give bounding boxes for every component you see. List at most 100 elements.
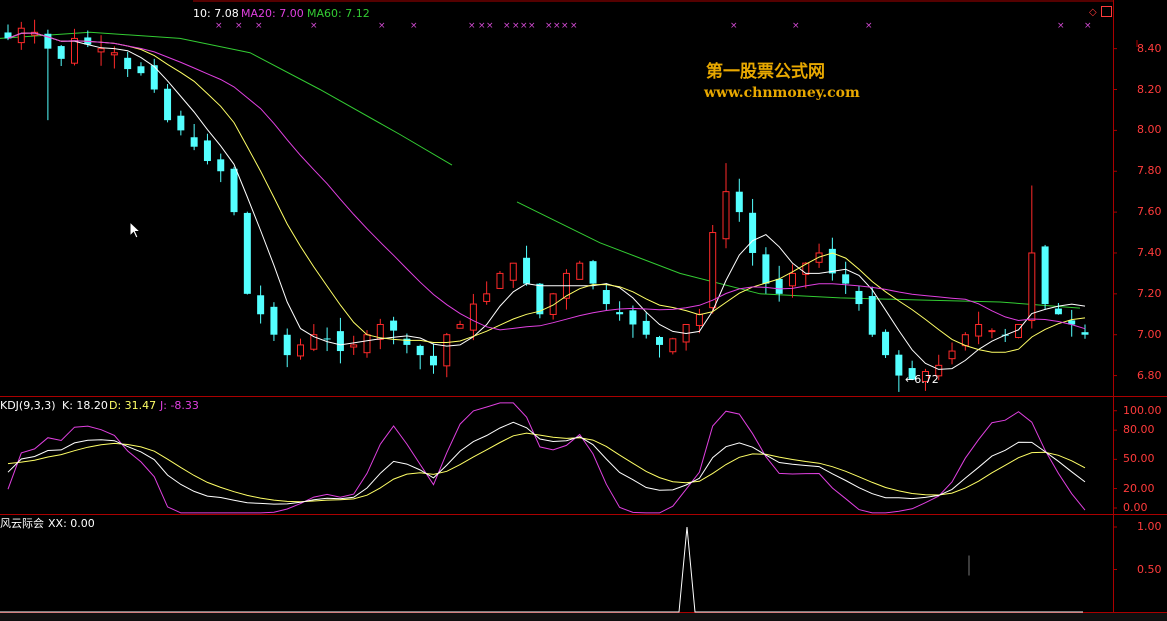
candle-body	[775, 278, 783, 294]
candle-body	[443, 334, 451, 367]
signal-marker: ×	[865, 21, 873, 31]
candle-body	[695, 313, 703, 326]
diamond-icon[interactable]: ◇	[1089, 7, 1097, 19]
candle-body	[1081, 332, 1089, 335]
candle-body	[855, 290, 863, 305]
candle-body	[456, 323, 464, 329]
signal-marker: ×	[255, 21, 263, 31]
candle-body	[496, 272, 504, 289]
candle-body	[616, 312, 624, 315]
candle-body	[323, 338, 331, 340]
signal-marker: ×	[545, 21, 553, 31]
candle-body	[868, 296, 876, 335]
candle-body	[177, 115, 185, 131]
candle-body	[602, 290, 610, 305]
candle-body	[642, 320, 650, 335]
signal-marker: ×	[792, 21, 800, 31]
price-tick-label: 7.00	[1137, 327, 1162, 341]
indicator-name: 风云际会	[0, 517, 44, 530]
signal-marker: ×	[503, 21, 511, 31]
candle-body	[97, 48, 105, 53]
candle-body	[283, 334, 291, 356]
low-annotation: ←6.72	[905, 373, 939, 386]
price-tick-label: 8.40	[1137, 41, 1162, 55]
candle-body	[882, 331, 890, 356]
candle-body	[988, 330, 996, 333]
candle-body	[788, 272, 796, 287]
kdj-d-line	[7, 432, 1086, 503]
candle-body	[164, 88, 172, 121]
kdj-k: K: 18.20	[62, 399, 108, 412]
candle-body	[416, 345, 424, 356]
candle-body	[948, 350, 956, 360]
watermark-title: 第一股票公式网	[706, 62, 825, 82]
mouse-cursor-icon	[129, 221, 142, 239]
signal-marker: ×	[512, 21, 520, 31]
price-tick-label: 7.60	[1137, 205, 1162, 219]
candle-body	[429, 355, 437, 366]
kdj-tick-label: 0.00	[1123, 501, 1148, 514]
ma10-line	[7, 32, 1086, 353]
signal-marker: ×	[478, 21, 486, 31]
candle-body	[895, 354, 903, 376]
candle-body	[203, 140, 211, 162]
candle-body	[509, 262, 517, 281]
candle-body	[243, 212, 251, 294]
signal-marker: ×	[1084, 21, 1092, 31]
candle-body	[350, 344, 358, 348]
candle-body	[124, 57, 132, 70]
candle-body	[709, 232, 717, 309]
signal-marker: ×	[528, 21, 536, 31]
price-tick-label: 7.80	[1137, 164, 1162, 178]
price-tick-label: 8.20	[1137, 82, 1162, 96]
candle-body	[217, 159, 225, 172]
square-icon[interactable]	[1101, 6, 1112, 17]
ma10-readout: 10: 7.08	[193, 7, 239, 20]
candle-body	[842, 274, 850, 284]
candle-body	[190, 137, 198, 147]
candle-body	[576, 262, 584, 280]
candle-body	[297, 344, 305, 357]
candle-body	[523, 257, 531, 284]
kdj-name: KDJ(9,3,3)	[0, 399, 56, 412]
candle-body	[669, 338, 677, 353]
candle-body	[762, 254, 770, 284]
signal-marker: ×	[468, 21, 476, 31]
price-tick-label: 8.00	[1137, 123, 1162, 137]
candle-body	[403, 338, 411, 345]
indicator-tick-label: 1.00	[1137, 520, 1162, 533]
candle-body	[629, 310, 637, 325]
candle-body	[1054, 308, 1062, 315]
candle-body	[722, 191, 730, 240]
kdj-tick-label: 50.00	[1123, 452, 1155, 466]
signal-marker: ×	[410, 21, 418, 31]
signal-marker: ×	[486, 21, 494, 31]
signal-marker: ×	[378, 21, 386, 31]
candle-body	[656, 337, 664, 345]
signal-marker: ×	[553, 21, 561, 31]
signal-marker: ×	[570, 21, 578, 31]
signal-marker: ×	[520, 21, 528, 31]
candle-body	[1028, 252, 1036, 322]
ma5-line	[7, 32, 1086, 370]
ma60-line	[0, 31, 453, 166]
price-tick-label: 7.40	[1137, 245, 1162, 259]
kdj-k-line	[7, 421, 1086, 505]
candle-body	[110, 52, 118, 56]
candle-body	[483, 293, 491, 302]
chart-canvas[interactable]	[0, 0, 1167, 621]
kdj-j-line	[7, 402, 1086, 514]
kdj-tick-label: 20.00	[1123, 481, 1155, 495]
low-annotation-value: 6.72	[914, 373, 939, 386]
xx-signal-line	[0, 526, 1083, 613]
kdj-d: D: 31.47	[109, 399, 157, 412]
candle-body	[735, 191, 743, 213]
candle-body	[975, 323, 983, 337]
candle-body	[589, 261, 597, 284]
kdj-tick-label: 80.00	[1123, 423, 1155, 437]
signal-marker: ×	[730, 21, 738, 31]
candle-body	[57, 46, 65, 59]
indicator-xx: XX: 0.00	[48, 517, 95, 530]
kdj-j: J: -8.33	[160, 399, 199, 412]
price-tick-label: 6.80	[1137, 368, 1162, 382]
